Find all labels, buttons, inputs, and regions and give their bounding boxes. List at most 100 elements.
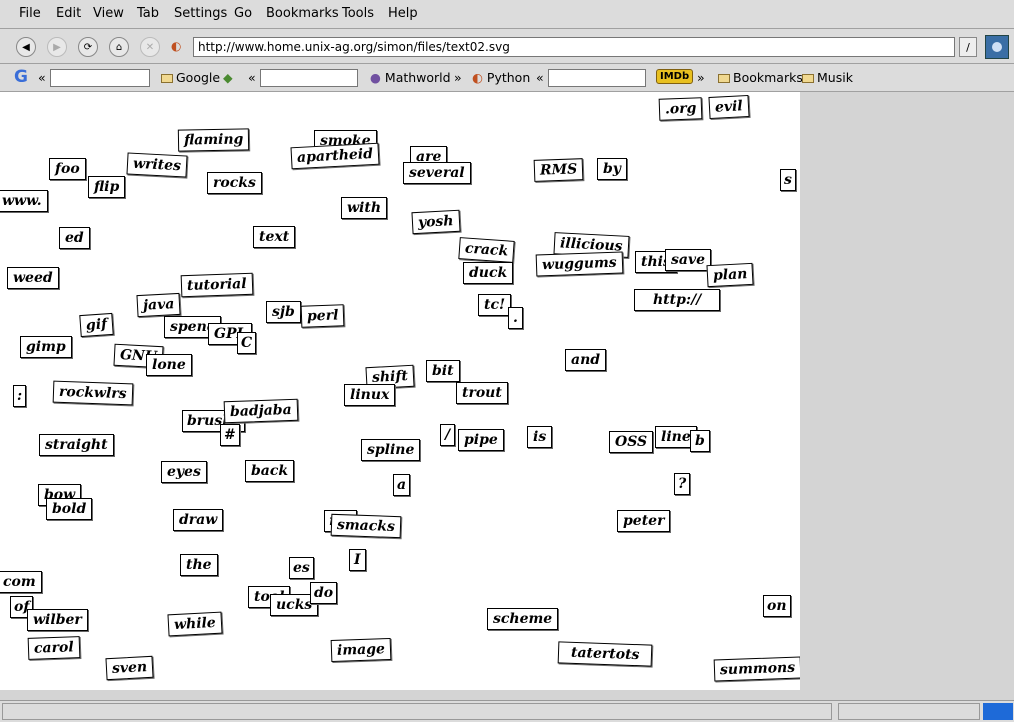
folder-icon <box>802 74 814 83</box>
menu-settings[interactable]: Settings <box>174 6 227 21</box>
menu-go[interactable]: Go <box>234 6 252 21</box>
site-icon: ◐ <box>171 39 182 53</box>
word-label: .org <box>658 97 703 121</box>
word-label: rocks <box>207 172 262 194</box>
more-chevron-icon-2[interactable]: » <box>697 70 705 85</box>
word-label: text <box>253 226 296 248</box>
menu-edit[interactable]: Edit <box>56 6 81 21</box>
word-label: www. <box>0 190 48 212</box>
word-label: back <box>245 460 295 482</box>
search-chevron-icon-2: « <box>248 70 256 85</box>
google-g-icon: G <box>14 67 28 87</box>
word-label: flip <box>88 176 126 198</box>
word-label: several <box>403 162 471 184</box>
word-label: com <box>0 571 42 593</box>
word-label: C <box>237 332 257 354</box>
bookmarks-folder[interactable]: Bookmarks <box>718 70 803 85</box>
word-label: is <box>527 426 553 448</box>
menu-tools[interactable]: Tools <box>342 6 374 21</box>
word-label: s <box>780 169 796 191</box>
word-label: do <box>310 582 338 604</box>
word-label: smacks <box>330 513 402 539</box>
search-chevron-icon: « <box>38 70 46 85</box>
word-label: gif <box>79 312 114 338</box>
word-label: carol <box>27 636 81 660</box>
word-label: bit <box>426 360 460 382</box>
word-label: http:// <box>634 289 721 311</box>
word-label: peter <box>617 510 671 532</box>
word-label: wuggums <box>535 251 624 277</box>
word-label: OSS <box>609 431 654 453</box>
url-input[interactable] <box>193 37 955 57</box>
word-label: while <box>167 611 223 637</box>
google-bookmark[interactable]: Google <box>161 70 220 85</box>
svg-canvas: .org evil flaming smoke apartheid are se… <box>0 92 800 690</box>
google-search-input[interactable] <box>50 69 150 87</box>
folder-icon <box>718 74 730 83</box>
python-icon: ◐ <box>472 70 483 85</box>
word-label: tc! <box>478 294 512 316</box>
reload-icon[interactable]: ⟳ <box>78 37 98 57</box>
stop-icon[interactable]: ✕ <box>140 37 160 57</box>
mathworld-icon: ● <box>370 70 381 85</box>
menu-tab[interactable]: Tab <box>137 6 159 21</box>
menu-view[interactable]: View <box>93 6 124 21</box>
word-label: rockwlrs <box>52 380 133 406</box>
word-label: tutorial <box>180 272 253 298</box>
word-label: linux <box>344 384 396 406</box>
mathworld-bookmark[interactable]: ● Mathworld <box>370 70 451 85</box>
word-label: wilber <box>27 609 88 631</box>
word-label: : <box>13 385 27 407</box>
forward-icon[interactable]: ▶ <box>47 37 67 57</box>
word-label: / <box>440 424 456 446</box>
python-bookmark[interactable]: ◐ Python <box>472 70 530 85</box>
word-label: on <box>763 595 791 617</box>
word-label: save <box>665 249 711 271</box>
word-label: evil <box>708 94 750 120</box>
more-chevron-icon[interactable]: » <box>454 70 462 85</box>
word-label: . <box>508 307 523 329</box>
menu-help[interactable]: Help <box>388 6 418 21</box>
status-bar <box>0 700 1014 722</box>
word-label: flaming <box>177 128 250 152</box>
word-label: bold <box>46 498 93 520</box>
word-label: a <box>393 474 411 496</box>
word-label: java <box>136 292 181 318</box>
menu-bookmarks[interactable]: Bookmarks <box>266 6 339 21</box>
word-label: ? <box>674 473 691 495</box>
word-label: tatertots <box>557 641 653 667</box>
status-secondary <box>838 703 980 720</box>
word-label: and <box>565 349 607 371</box>
word-label: yosh <box>411 209 461 235</box>
word-label: sjb <box>266 301 301 323</box>
imdb-icon[interactable]: IMDb <box>656 69 694 84</box>
menu-file[interactable]: File <box>19 6 41 21</box>
word-label: writes <box>126 152 188 178</box>
url-dropdown-icon[interactable]: / <box>959 37 977 57</box>
menu-bar: File Edit View Tab Settings Go Bookmarks… <box>0 0 1014 29</box>
word-label: RMS <box>533 158 584 182</box>
word-label: weed <box>7 267 59 289</box>
second-search-input[interactable] <box>260 69 358 87</box>
word-label: scheme <box>487 608 559 630</box>
word-label: by <box>597 158 627 180</box>
word-label: badjaba <box>223 398 299 424</box>
word-label: the <box>180 554 218 576</box>
bookmarks-toolbar: G « Google ◆ « ● Mathworld » ◐ Python « … <box>0 64 1014 92</box>
word-label: ed <box>59 227 90 249</box>
word-label: crack <box>458 237 515 263</box>
word-label: duck <box>463 262 514 284</box>
search-chevron-icon-3: « <box>536 70 544 85</box>
word-label: summons <box>713 656 800 682</box>
word-label: I <box>349 549 366 571</box>
word-label: trout <box>456 382 508 404</box>
word-label: eyes <box>161 461 207 483</box>
musik-folder[interactable]: Musik <box>802 70 853 85</box>
word-label: apartheid <box>290 142 380 170</box>
third-search-input[interactable] <box>548 69 646 87</box>
home-icon[interactable]: ⌂ <box>109 37 129 57</box>
word-label: plan <box>706 262 754 288</box>
word-label: pipe <box>458 429 504 451</box>
word-label: b <box>690 430 710 452</box>
back-icon[interactable]: ◀ <box>16 37 36 57</box>
